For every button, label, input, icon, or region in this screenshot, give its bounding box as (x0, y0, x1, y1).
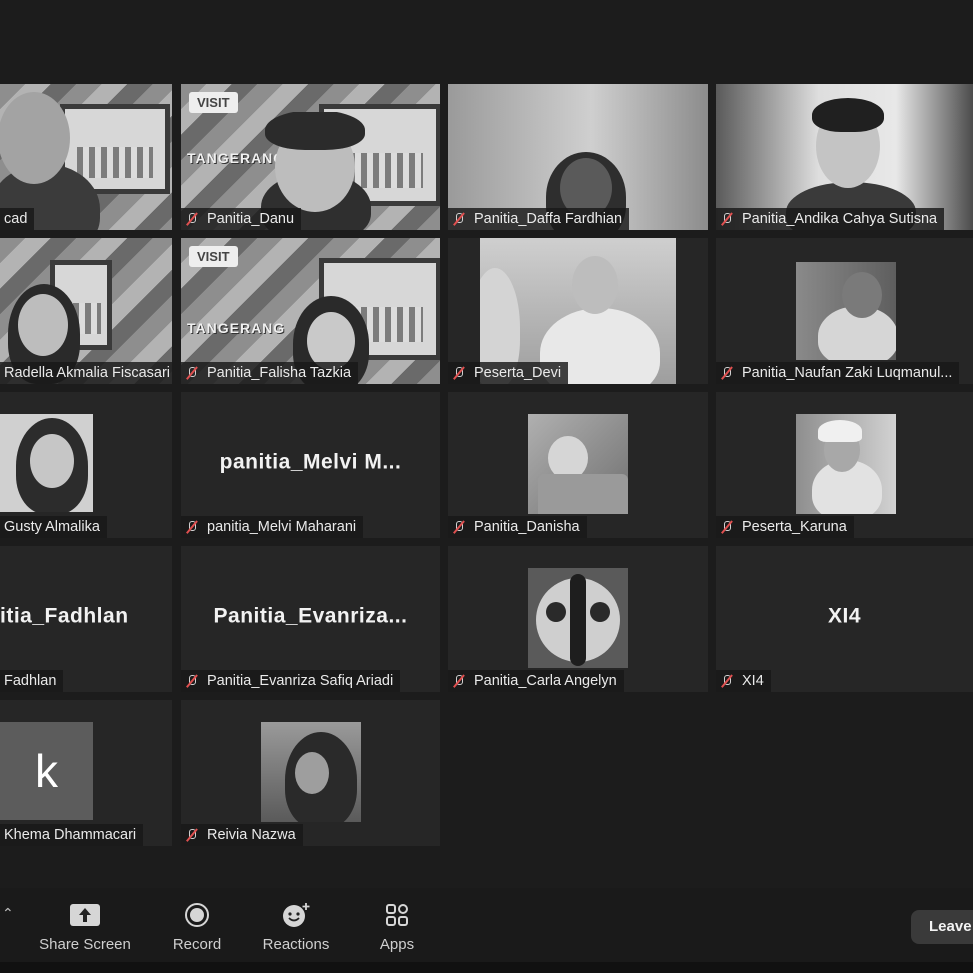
participant-video (0, 414, 93, 512)
mic-muted-icon (185, 212, 199, 226)
participant-name: Panitia_Danu (181, 208, 302, 230)
mic-muted-icon (185, 674, 199, 688)
mic-muted-icon (452, 366, 466, 380)
mic-muted-icon (185, 828, 199, 842)
mic-muted-icon (720, 212, 734, 226)
reactions-button[interactable]: Reactions (258, 900, 334, 953)
mic-muted-icon (185, 366, 199, 380)
participant-tile[interactable]: itia_Fadhlan Fadhlan (0, 546, 172, 692)
participant-name: Panitia_Evanriza Safiq Ariadi (181, 670, 401, 692)
participant-name: cad (0, 208, 35, 230)
participant-tile[interactable]: Panitia_Danisha (448, 392, 708, 538)
participant-tile[interactable]: Panitia_Naufan Zaki Luqmanul... (716, 238, 973, 384)
participant-tile[interactable]: Peserta_Devi (448, 238, 708, 384)
record-icon (162, 900, 232, 930)
participant-tile[interactable]: Peserta_Karuna (716, 392, 973, 538)
participant-name: Peserta_Karuna (716, 516, 854, 538)
participant-display-name: XI4 (827, 604, 862, 628)
apps-icon (372, 900, 422, 930)
participant-name: Gusty Almalika (0, 516, 107, 538)
taskbar-strip (0, 962, 973, 973)
participant-tile[interactable]: Panitia_Daffa Fardhian (448, 84, 708, 230)
participant-video (796, 262, 896, 360)
participant-tile[interactable]: panitia_Melvi M... panitia_Melvi Maharan… (181, 392, 440, 538)
share-screen-icon (38, 900, 132, 930)
participant-name: Fadhlan (0, 670, 64, 692)
participant-video (528, 414, 628, 514)
banner-visit-text: VISIT (189, 92, 238, 113)
avatar: k (0, 722, 93, 820)
banner-visit-text: VISIT (189, 246, 238, 267)
participant-tile[interactable]: Panitia_Andika Cahya Sutisna (716, 84, 973, 230)
gallery-grid: cad VISIT TANGERANG Panitia_Danu Panitia… (0, 0, 973, 860)
mic-muted-icon (452, 212, 466, 226)
participant-tile[interactable]: VISIT TANGERANG Panitia_Danu (181, 84, 440, 230)
reactions-icon (258, 900, 334, 930)
participant-name: Panitia_Carla Angelyn (448, 670, 624, 692)
record-button[interactable]: Record (162, 900, 232, 953)
leave-button[interactable]: Leave (911, 910, 973, 944)
reactions-label: Reactions (262, 936, 330, 953)
participant-name: Khema Dhammacari (0, 824, 144, 846)
participant-tile[interactable]: Panitia_Evanriza... Panitia_Evanriza Saf… (181, 546, 440, 692)
participant-tile[interactable]: Radella Akmalia Fiscasari (0, 238, 172, 384)
participant-name: Peserta_Devi (448, 362, 569, 384)
participant-name: Radella Akmalia Fiscasari (0, 362, 172, 384)
participant-name: Panitia_Falisha Tazkia (181, 362, 359, 384)
participant-name: Panitia_Naufan Zaki Luqmanul... (716, 362, 960, 384)
mic-muted-icon (185, 520, 199, 534)
meeting-toolbar: Share Screen Record Reactions Apps (0, 888, 973, 973)
participant-name: XI4 (716, 670, 771, 692)
participant-display-name: itia_Fadhlan (0, 604, 129, 628)
participant-tile[interactable]: Gusty Almalika (0, 392, 172, 538)
participant-tile[interactable]: Panitia_Carla Angelyn (448, 546, 708, 692)
participant-name: Panitia_Daffa Fardhian (448, 208, 630, 230)
participant-name: Panitia_Andika Cahya Sutisna (716, 208, 945, 230)
apps-button[interactable]: Apps (372, 900, 422, 953)
banner-city-text: TANGERANG (187, 320, 286, 336)
record-label: Record (172, 936, 222, 953)
participant-video (261, 722, 361, 822)
participant-name: Reivia Nazwa (181, 824, 303, 846)
chevron-up-icon[interactable]: ⌃ (2, 905, 14, 922)
share-screen-button[interactable]: Share Screen (38, 900, 132, 953)
participant-tile[interactable]: k Khema Dhammacari (0, 700, 172, 846)
participant-name: Panitia_Danisha (448, 516, 587, 538)
mic-muted-icon (720, 520, 734, 534)
mic-muted-icon (452, 520, 466, 534)
apps-label: Apps (379, 936, 415, 953)
mic-muted-icon (452, 674, 466, 688)
participant-tile[interactable]: VISIT TANGERANG Panitia_Falisha Tazkia (181, 238, 440, 384)
participant-display-name: panitia_Melvi M... (219, 450, 402, 474)
participant-tile[interactable]: cad (0, 84, 172, 230)
participant-video (796, 414, 896, 514)
mic-muted-icon (720, 674, 734, 688)
participant-display-name: Panitia_Evanriza... (213, 604, 408, 628)
participant-tile[interactable]: Reivia Nazwa (181, 700, 440, 846)
share-screen-label: Share Screen (39, 936, 131, 953)
participant-video (528, 568, 628, 668)
participant-tile[interactable]: XI4 XI4 (716, 546, 973, 692)
mic-muted-icon (720, 366, 734, 380)
participant-name: panitia_Melvi Maharani (181, 516, 364, 538)
